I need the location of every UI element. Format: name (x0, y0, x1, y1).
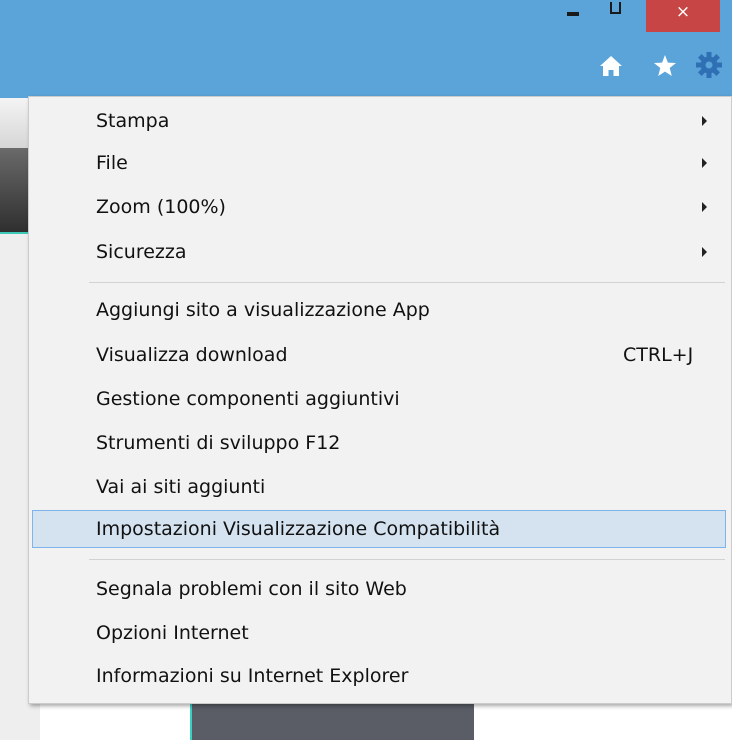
menu-item-compatibility-view-settings[interactable]: Impostazioni Visualizzazione Compatibili… (32, 510, 726, 548)
tools-menu: Stampa File Zoom (100%) Sicurezza Aggiun… (28, 96, 732, 704)
menu-item-label: File (96, 152, 128, 174)
browser-title-bar: × (0, 0, 732, 98)
menu-item-add-site-to-apps[interactable]: Aggiungi sito a visualizzazione App (29, 290, 729, 330)
close-icon: × (675, 2, 691, 22)
menu-item-f12-dev-tools[interactable]: Strumenti di sviluppo F12 (29, 423, 729, 463)
menu-item-label: Strumenti di sviluppo F12 (96, 432, 341, 454)
submenu-arrow-icon (702, 158, 707, 168)
menu-separator (89, 559, 725, 560)
menu-item-internet-options[interactable]: Opzioni Internet (29, 613, 729, 653)
minimize-icon[interactable] (567, 12, 579, 16)
menu-item-label: Aggiungi sito a visualizzazione App (96, 299, 430, 321)
close-button[interactable]: × (646, 0, 720, 32)
menu-item-label: Visualizza download (96, 344, 288, 366)
home-icon[interactable] (597, 52, 625, 80)
star-icon[interactable] (651, 52, 679, 80)
restore-icon[interactable] (610, 2, 621, 14)
menu-separator (89, 282, 725, 283)
menu-item-report-website-problems[interactable]: Segnala problemi con il sito Web (29, 569, 729, 609)
submenu-arrow-icon (702, 247, 707, 257)
page-content-fragment (190, 704, 474, 740)
menu-item-label: Sicurezza (96, 241, 187, 263)
submenu-arrow-icon (702, 116, 707, 126)
menu-item-label: Opzioni Internet (96, 622, 249, 644)
menu-item-shortcut: CTRL+J (623, 344, 694, 366)
menu-item-security[interactable]: Sicurezza (29, 232, 729, 272)
menu-item-manage-addons[interactable]: Gestione componenti aggiuntivi (29, 379, 729, 419)
menu-item-label: Stampa (96, 110, 170, 132)
menu-item-pinned-sites[interactable]: Vai ai siti aggiunti (29, 467, 729, 507)
menu-item-label: Informazioni su Internet Explorer (96, 665, 409, 687)
menu-item-zoom[interactable]: Zoom (100%) (29, 187, 729, 227)
menu-item-label: Segnala problemi con il sito Web (96, 578, 407, 600)
menu-item-label: Zoom (100%) (96, 196, 226, 218)
menu-item-about-internet-explorer[interactable]: Informazioni su Internet Explorer (29, 656, 729, 696)
menu-item-file[interactable]: File (29, 143, 729, 183)
submenu-arrow-icon (702, 202, 707, 212)
menu-item-label: Gestione componenti aggiuntivi (96, 388, 400, 410)
menu-item-label: Impostazioni Visualizzazione Compatibili… (96, 518, 501, 540)
menu-item-print[interactable]: Stampa (29, 101, 729, 141)
menu-item-label: Vai ai siti aggiunti (96, 476, 266, 498)
gear-icon[interactable] (694, 50, 724, 80)
menu-item-view-downloads[interactable]: Visualizza download CTRL+J (29, 335, 729, 375)
